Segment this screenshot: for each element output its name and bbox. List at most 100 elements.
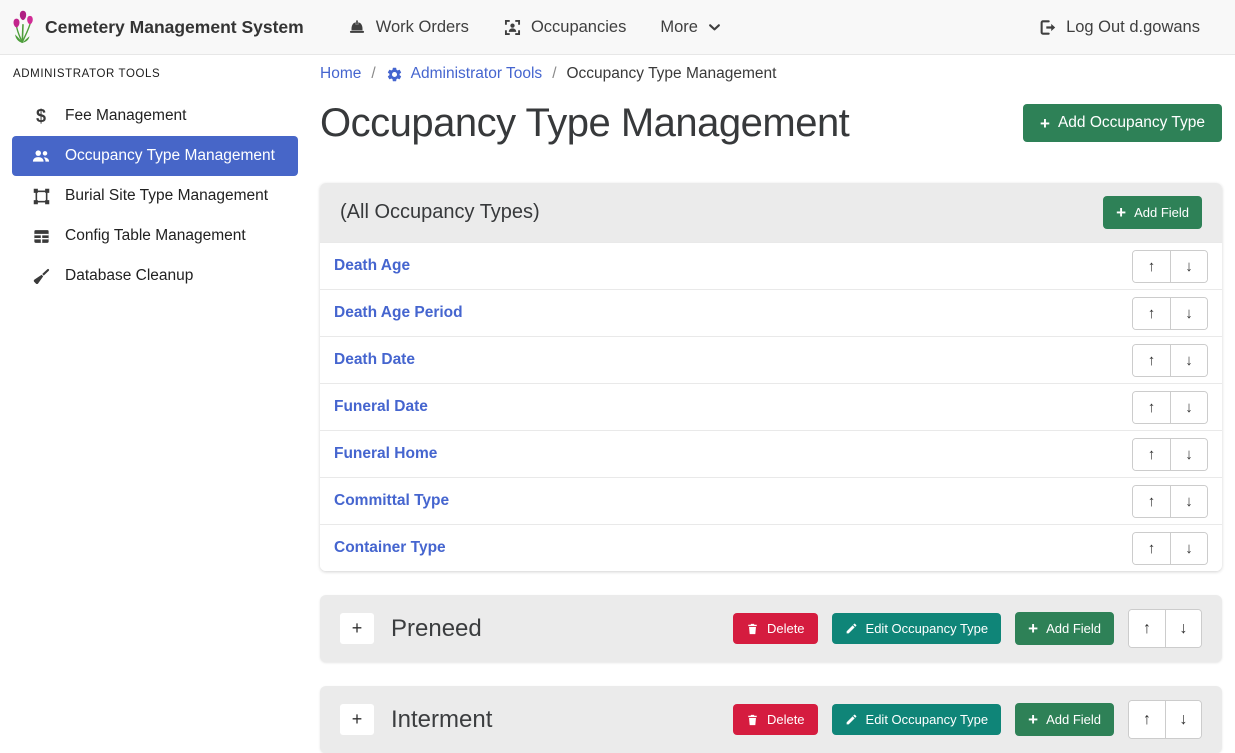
move-up-button[interactable]: ↑ (1129, 610, 1165, 647)
reorder-group: ↑ ↓ (1132, 485, 1208, 518)
breadcrumb-home[interactable]: Home (320, 65, 361, 83)
section-add-field-button[interactable]: + Add Field (1015, 612, 1114, 645)
move-up-button[interactable]: ↑ (1129, 701, 1165, 738)
panel-title: (All Occupancy Types) (340, 201, 540, 224)
field-link[interactable]: Funeral Date (334, 398, 428, 416)
section-title: Preneed (391, 615, 733, 643)
move-up-button[interactable]: ↑ (1133, 392, 1170, 423)
pencil-icon (845, 713, 858, 726)
edit-label: Edit Occupancy Type (866, 712, 989, 727)
sidebar-item-label: Fee Management (65, 107, 187, 125)
move-down-button[interactable]: ↓ (1165, 701, 1201, 738)
nav-occupancies[interactable]: Occupancies (486, 18, 643, 37)
field-row: Committal Type ↑ ↓ (320, 477, 1222, 524)
sidebar-item-label: Occupancy Type Management (65, 147, 275, 165)
field-row: Funeral Home ↑ ↓ (320, 430, 1222, 477)
move-up-button[interactable]: ↑ (1133, 533, 1170, 564)
field-link[interactable]: Death Date (334, 351, 415, 369)
nav-more[interactable]: More (643, 18, 739, 37)
title-row: Occupancy Type Management + Add Occupanc… (320, 99, 1222, 147)
delete-button[interactable]: Delete (733, 704, 818, 735)
section-actions: Delete Edit Occupancy Type + Add Field ↑ (733, 609, 1202, 648)
users-icon (30, 146, 52, 166)
add-occupancy-type-button[interactable]: + Add Occupancy Type (1023, 104, 1222, 142)
nav-more-label: More (660, 18, 698, 37)
section-title: Interment (391, 706, 733, 734)
field-row: Funeral Date ↑ ↓ (320, 383, 1222, 430)
move-down-button[interactable]: ↓ (1165, 610, 1201, 647)
expand-button[interactable]: + (340, 704, 374, 735)
move-down-button[interactable]: ↓ (1170, 251, 1207, 282)
breadcrumb-separator: / (552, 65, 556, 83)
page-title: Occupancy Type Management (320, 99, 849, 147)
sidebar-item-label: Burial Site Type Management (65, 187, 268, 205)
field-link[interactable]: Death Age Period (334, 304, 463, 322)
main-content: Home / Administrator Tools / Occupancy T… (310, 55, 1235, 753)
occupancies-icon (503, 18, 522, 37)
field-row: Container Type ↑ ↓ (320, 524, 1222, 571)
move-up-button[interactable]: ↑ (1133, 486, 1170, 517)
panel-header: (All Occupancy Types) + Add Field (320, 183, 1222, 242)
edit-label: Edit Occupancy Type (866, 621, 989, 636)
logout-label: Log Out d.gowans (1066, 18, 1200, 37)
field-link[interactable]: Death Age (334, 257, 410, 275)
edit-occupancy-type-button[interactable]: Edit Occupancy Type (832, 613, 1002, 644)
field-link[interactable]: Container Type (334, 539, 446, 557)
plus-icon: + (1028, 711, 1038, 728)
reorder-group: ↑ ↓ (1132, 532, 1208, 565)
field-link[interactable]: Committal Type (334, 492, 449, 510)
pencil-icon (845, 622, 858, 635)
move-down-button[interactable]: ↓ (1170, 298, 1207, 329)
field-row: Death Age ↑ ↓ (320, 242, 1222, 289)
plus-icon: + (1040, 115, 1050, 132)
sidebar-item-burial-site-type-management[interactable]: Burial Site Type Management (12, 176, 298, 216)
brand[interactable]: Cemetery Management System (10, 9, 304, 45)
move-down-button[interactable]: ↓ (1170, 533, 1207, 564)
nav-work-orders-label: Work Orders (376, 18, 469, 37)
frame-icon (30, 187, 52, 206)
table-icon (30, 227, 52, 246)
plus-icon: + (1028, 620, 1038, 637)
nav-occupancies-label: Occupancies (531, 18, 626, 37)
field-row: Death Age Period ↑ ↓ (320, 289, 1222, 336)
dollar-icon: $ (30, 107, 52, 125)
sidebar-item-config-table-management[interactable]: Config Table Management (12, 216, 298, 256)
sidebar: ADMINISTRATOR TOOLS $ Fee Management Occ… (0, 55, 310, 296)
breadcrumb-separator: / (371, 65, 375, 83)
logout-link[interactable]: Log Out d.gowans (1021, 18, 1217, 37)
field-link[interactable]: Funeral Home (334, 445, 437, 463)
delete-button[interactable]: Delete (733, 613, 818, 644)
move-down-button[interactable]: ↓ (1170, 345, 1207, 376)
trash-icon (746, 713, 759, 727)
section-preneed: + Preneed Delete (320, 595, 1222, 662)
sidebar-item-occupancy-type-management[interactable]: Occupancy Type Management (12, 136, 298, 176)
section-interment: + Interment Delete (320, 686, 1222, 753)
move-up-button[interactable]: ↑ (1133, 298, 1170, 329)
nav-work-orders[interactable]: Work Orders (330, 17, 486, 37)
sidebar-item-database-cleanup[interactable]: Database Cleanup (12, 256, 298, 296)
move-down-button[interactable]: ↓ (1170, 392, 1207, 423)
sidebar-item-fee-management[interactable]: $ Fee Management (12, 96, 298, 136)
move-up-button[interactable]: ↑ (1133, 345, 1170, 376)
breadcrumb-admin-tools[interactable]: Administrator Tools (386, 65, 543, 83)
add-field-label: Add Field (1134, 205, 1189, 220)
move-down-button[interactable]: ↓ (1170, 486, 1207, 517)
section-add-field-button[interactable]: + Add Field (1015, 703, 1114, 736)
reorder-group: ↑ ↓ (1128, 609, 1202, 648)
tulip-logo-icon (10, 9, 36, 45)
reorder-group: ↑ ↓ (1132, 391, 1208, 424)
move-up-button[interactable]: ↑ (1133, 439, 1170, 470)
sidebar-item-label: Config Table Management (65, 227, 246, 245)
move-down-button[interactable]: ↓ (1170, 439, 1207, 470)
sidebar-heading: ADMINISTRATOR TOOLS (0, 68, 310, 80)
chevron-down-icon (707, 20, 722, 35)
top-navbar: Cemetery Management System Work Orders O… (0, 0, 1235, 55)
add-field-label: Add Field (1046, 712, 1101, 727)
expand-button[interactable]: + (340, 613, 374, 644)
reorder-group: ↑ ↓ (1132, 344, 1208, 377)
reorder-group: ↑ ↓ (1132, 438, 1208, 471)
breadcrumb: Home / Administrator Tools / Occupancy T… (320, 65, 1222, 83)
move-up-button[interactable]: ↑ (1133, 251, 1170, 282)
edit-occupancy-type-button[interactable]: Edit Occupancy Type (832, 704, 1002, 735)
panel-add-field-button[interactable]: + Add Field (1103, 196, 1202, 229)
